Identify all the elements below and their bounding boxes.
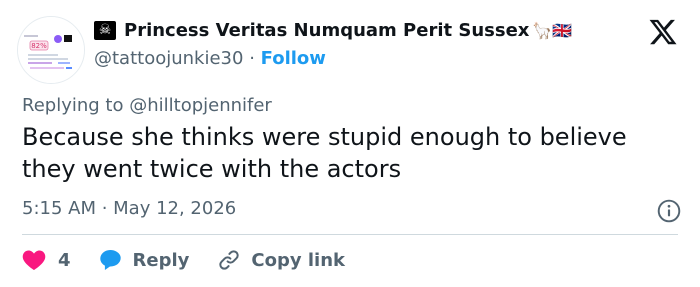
copy-link-label: Copy link [251,249,345,271]
reply-context: Replying to @hilltopjennifer [22,95,272,116]
author-handle-row: @tattoojunkie30 · Follow [94,48,326,69]
avatar-badge-text: 82% [31,42,47,50]
info-icon[interactable] [656,198,682,224]
copy-link-button[interactable]: Copy link [217,248,345,272]
reply-button[interactable]: Reply [99,249,190,271]
x-logo-icon[interactable] [648,17,678,47]
author-name-row: ☠ Princess Veritas Numquam Perit Sussex … [94,20,572,41]
reply-label: Reply [132,249,190,271]
reply-context-prefix: Replying to [22,95,124,116]
avatar-image: 82% [18,17,84,83]
reply-bubble-icon [99,250,121,270]
follow-button[interactable]: Follow [261,48,326,69]
handle-separator: · [249,48,255,69]
action-divider [22,234,678,235]
like-button[interactable]: 4 [22,249,71,271]
author-name-emoji: 🦙🇬🇧 [532,21,573,40]
avatar[interactable]: 82% [17,16,85,84]
heart-icon [22,250,46,270]
action-bar: 4 Reply Copy link [22,246,373,274]
reply-context-mention[interactable]: @hilltopjennifer [129,95,272,116]
like-count: 4 [58,249,71,271]
pirate-flag-icon: ☠ [94,21,116,40]
tweet-text: Because she thinks were stupid enough to… [22,123,627,183]
link-icon [219,250,240,270]
author-handle[interactable]: @tattoojunkie30 [94,48,243,69]
author-display-name[interactable]: Princess Veritas Numquam Perit Sussex [124,20,529,41]
tweet-timestamp[interactable]: 5:15 AM · May 12, 2026 [22,198,236,219]
